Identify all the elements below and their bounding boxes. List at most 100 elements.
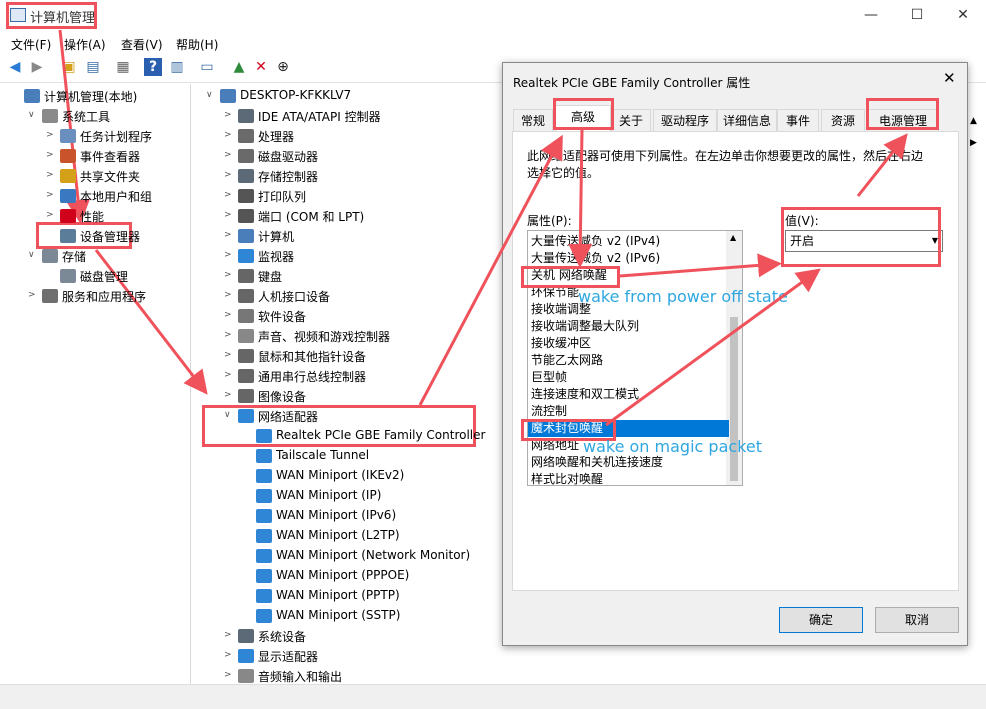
nav-tree-item[interactable]: 任务计划程序 (80, 128, 152, 145)
collapse-chevron-icon[interactable]: ∨ (28, 250, 35, 260)
device-tree-item[interactable]: 声音、视频和游戏控制器 (258, 328, 390, 345)
expand-chevron-icon[interactable]: > (224, 350, 232, 360)
expand-chevron-icon[interactable]: > (224, 310, 232, 320)
nav-tree-item[interactable]: 服务和应用程序 (62, 288, 146, 305)
device-tree-item[interactable]: 计算机 (258, 228, 294, 245)
nav-tree-item[interactable]: 本地用户和组 (80, 188, 152, 205)
collapse-chevron-icon[interactable]: ∨ (206, 90, 213, 100)
expand-chevron-icon[interactable]: > (46, 210, 54, 220)
expand-chevron-icon[interactable]: > (224, 210, 232, 220)
network-adapter-icon (256, 509, 272, 523)
arrow-advanced-to-property (568, 129, 593, 268)
device-tree-item[interactable]: 图像设备 (258, 388, 306, 405)
keyboard-icon (238, 269, 254, 283)
device-tree-item[interactable]: 人机接口设备 (258, 288, 330, 305)
computer-icon (238, 229, 254, 243)
expand-chevron-icon[interactable]: > (224, 110, 232, 120)
expand-chevron-icon[interactable]: > (46, 130, 54, 140)
device-tree-item[interactable]: WAN Miniport (IP) (276, 488, 381, 502)
arrow-property-to-value (619, 253, 782, 278)
network-adapter-icon (238, 409, 254, 423)
performance-icon (60, 209, 76, 223)
expand-chevron-icon[interactable]: > (224, 130, 232, 140)
network-adapter-icon (256, 569, 272, 583)
ide-controller-icon (238, 109, 254, 123)
device-tree-item[interactable]: WAN Miniport (IPv6) (276, 508, 396, 522)
storage-controller-icon (238, 169, 254, 183)
nav-tree-item[interactable]: 性能 (80, 208, 104, 225)
usb-icon (238, 369, 254, 383)
expand-chevron-icon[interactable]: > (224, 630, 232, 640)
device-tree-item[interactable]: WAN Miniport (IKEv2) (276, 468, 404, 482)
nav-tree-item[interactable]: 共享文件夹 (80, 168, 140, 185)
expand-chevron-icon[interactable]: > (224, 650, 232, 660)
expand-chevron-icon[interactable]: > (224, 290, 232, 300)
expand-chevron-icon[interactable]: > (224, 250, 232, 260)
device-tree-item[interactable]: 键盘 (258, 268, 282, 285)
network-adapter-icon (256, 589, 272, 603)
storage-icon (42, 249, 58, 263)
network-adapter-icon (256, 489, 272, 503)
device-tree-item[interactable]: 系统设备 (258, 628, 306, 645)
annotation-arrows (58, 29, 908, 427)
display-adapter-icon (238, 649, 254, 663)
device-tree-item[interactable]: 处理器 (258, 128, 294, 145)
network-adapter-icon (256, 449, 272, 463)
expand-chevron-icon[interactable]: > (46, 190, 54, 200)
network-adapter-icon (256, 549, 272, 563)
nav-tree-item[interactable]: 设备管理器 (80, 228, 140, 245)
device-tree-item[interactable]: 显示适配器 (258, 648, 318, 665)
expand-chevron-icon[interactable]: > (224, 330, 232, 340)
expand-chevron-icon[interactable]: > (224, 150, 232, 160)
device-tree-item[interactable]: 监视器 (258, 248, 294, 265)
device-tree-item[interactable]: DESKTOP-KFKKLV7 (240, 88, 351, 102)
arrow-to-power-tab (856, 133, 908, 197)
device-tree-item[interactable]: 音频输入和输出 (258, 668, 342, 685)
mouse-icon (238, 349, 254, 363)
device-tree-item[interactable]: Tailscale Tunnel (276, 448, 369, 462)
device-tree-item[interactable]: 网络适配器 (258, 408, 318, 425)
expand-chevron-icon[interactable]: > (224, 670, 232, 680)
device-tree-item[interactable]: 打印队列 (258, 188, 306, 205)
device-tree-item[interactable]: 鼠标和其他指针设备 (258, 348, 366, 365)
expand-chevron-icon[interactable]: > (224, 230, 232, 240)
device-tree-item[interactable]: WAN Miniport (PPTP) (276, 588, 400, 602)
device-tree-item[interactable]: 存储控制器 (258, 168, 318, 185)
device-tree-item[interactable]: 软件设备 (258, 308, 306, 325)
computer-icon (220, 89, 236, 103)
nav-tree-item[interactable]: 事件查看器 (80, 148, 140, 165)
device-tree-item[interactable]: WAN Miniport (Network Monitor) (276, 548, 470, 562)
device-tree-item[interactable]: 磁盘驱动器 (258, 148, 318, 165)
monitor-icon (238, 249, 254, 263)
expand-chevron-icon[interactable]: > (28, 290, 36, 300)
expand-chevron-icon[interactable]: > (46, 170, 54, 180)
device-tree-item[interactable]: 端口 (COM 和 LPT) (258, 208, 364, 225)
nav-tree-item[interactable]: 计算机管理(本地) (44, 88, 137, 105)
device-tree-item[interactable]: WAN Miniport (PPPOE) (276, 568, 409, 582)
event-viewer-icon (60, 149, 76, 163)
nav-tree-item[interactable]: 存储 (62, 248, 86, 265)
system-device-icon (238, 629, 254, 643)
sound-icon (238, 329, 254, 343)
nav-tree-item[interactable]: 系统工具 (62, 108, 110, 125)
device-tree-item[interactable]: WAN Miniport (L2TP) (276, 528, 400, 542)
device-tree-item[interactable]: 通用串行总线控制器 (258, 368, 366, 385)
audio-icon (238, 669, 254, 683)
disk-icon (60, 269, 76, 283)
expand-chevron-icon[interactable]: > (224, 170, 232, 180)
expand-chevron-icon[interactable]: > (46, 150, 54, 160)
expand-chevron-icon[interactable]: > (224, 270, 232, 280)
expand-chevron-icon[interactable]: > (224, 370, 232, 380)
expand-chevron-icon[interactable]: > (224, 390, 232, 400)
collapse-chevron-icon[interactable]: ∨ (224, 410, 231, 420)
computer-management-icon (24, 89, 40, 103)
shared-folder-icon (60, 169, 76, 183)
camera-icon (238, 389, 254, 403)
collapse-chevron-icon[interactable]: ∨ (28, 110, 35, 120)
tools-icon (42, 109, 58, 123)
expand-chevron-icon[interactable]: > (224, 190, 232, 200)
device-tree-item[interactable]: WAN Miniport (SSTP) (276, 608, 400, 622)
device-tree-item[interactable]: Realtek PCIe GBE Family Controller (276, 428, 485, 442)
nav-tree-item[interactable]: 磁盘管理 (80, 268, 128, 285)
device-tree-item[interactable]: IDE ATA/ATAPI 控制器 (258, 108, 381, 125)
